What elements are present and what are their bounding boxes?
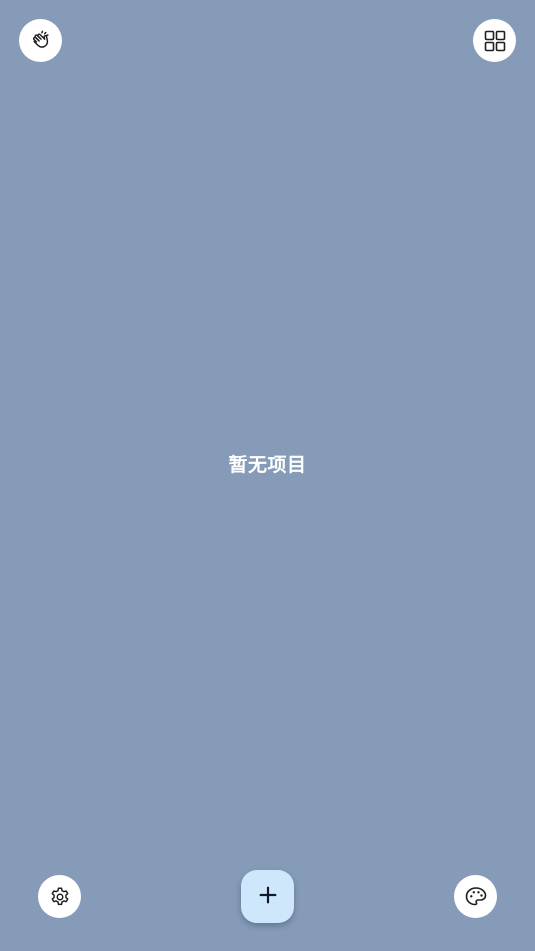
grid-view-icon: [483, 29, 507, 53]
theme-button[interactable]: [454, 875, 497, 918]
gear-icon: [49, 886, 71, 908]
plus-icon: [257, 884, 279, 910]
main-screen: 暂无项目: [0, 0, 535, 951]
clap-icon: [30, 30, 52, 52]
empty-state-text: 暂无项目: [228, 454, 307, 476]
celebrate-button[interactable]: [19, 19, 62, 62]
palette-icon: [464, 885, 488, 909]
settings-button[interactable]: [38, 875, 81, 918]
grid-view-button[interactable]: [473, 19, 516, 62]
add-project-button[interactable]: [241, 870, 294, 923]
